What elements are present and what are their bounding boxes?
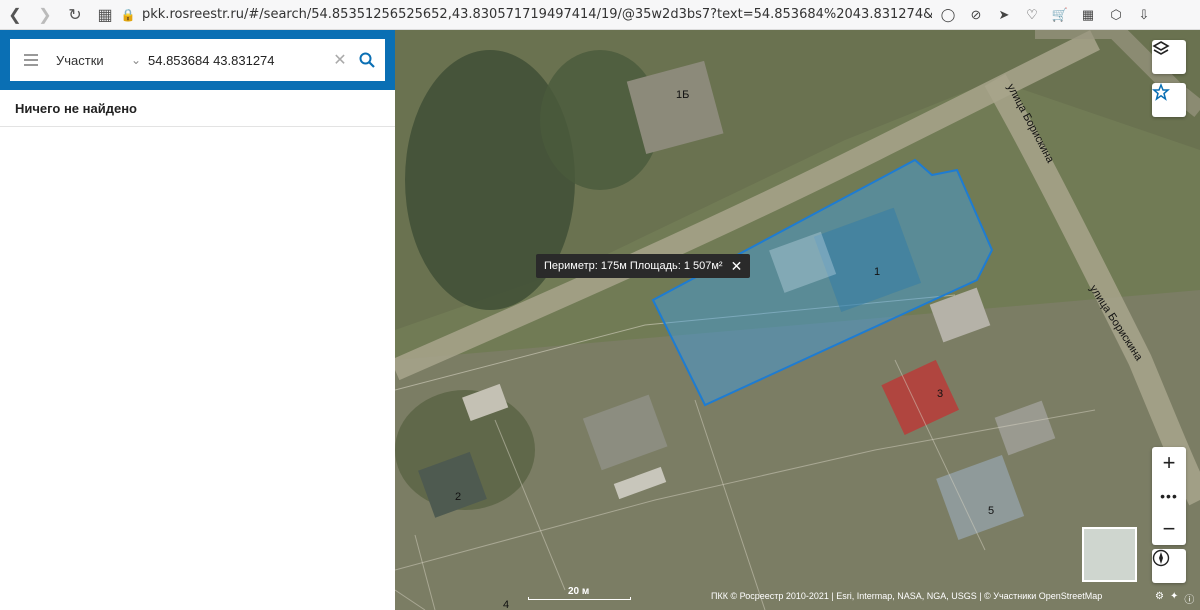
camera-icon[interactable]: ◯ (936, 3, 960, 27)
divider (0, 126, 395, 127)
satellite-map (395, 30, 1200, 610)
compass-button[interactable] (1152, 549, 1186, 583)
search-button[interactable] (352, 52, 382, 68)
map-bottom-icons: ⚙ ✦ ⓘ (1155, 591, 1194, 606)
no-results-message: Ничего не найдено (15, 101, 137, 116)
chevron-down-icon[interactable]: ⌄ (126, 53, 146, 67)
search-icon (359, 52, 375, 68)
search-input[interactable] (146, 51, 328, 69)
cube-icon[interactable]: ⬡ (1104, 3, 1128, 27)
star-icon (1152, 83, 1170, 101)
parcel-label: 2 (455, 491, 462, 503)
map-attribution: ПКК © Росреестр 2010-2021 | Esri, Interm… (711, 591, 1103, 601)
forward-icon[interactable]: ❯ (30, 0, 60, 30)
parcel-label: 5 (988, 505, 995, 517)
location-icon[interactable]: ✦ (1170, 591, 1178, 606)
minimap[interactable] (1082, 527, 1137, 582)
send-icon[interactable]: ➤ (992, 3, 1016, 27)
more-tools-button[interactable]: ••• (1152, 479, 1186, 513)
ruler-icon[interactable]: ⚙ (1155, 591, 1164, 606)
zoom-controls: + ••• − (1152, 447, 1186, 545)
close-icon[interactable]: ✕ (731, 258, 743, 275)
menu-icon[interactable] (10, 39, 52, 81)
parcel-label: 4 (503, 599, 510, 610)
measure-tooltip: Периметр: 175м Площадь: 1 507м² ✕ (536, 254, 751, 278)
parcel-label: 1 (874, 266, 881, 278)
back-icon[interactable]: ❮ (0, 0, 30, 30)
heart-icon[interactable]: ♡ (1020, 3, 1044, 27)
cart-icon[interactable]: 🛒 (1048, 3, 1072, 27)
layers-icon (1152, 41, 1170, 55)
clear-icon[interactable]: ✕ (328, 50, 352, 70)
info-icon[interactable]: ⓘ (1184, 591, 1194, 606)
parcel-label: 3 (937, 388, 944, 400)
search-header: Участки ⌄ ✕ ❮ (0, 30, 408, 90)
map-view[interactable]: 1Б 1 2 3 4 5 улица Борискина улица Борис… (395, 30, 1200, 610)
address-bar[interactable]: pkk.rosreestr.ru/#/search/54.85351256525… (142, 7, 932, 22)
zoom-out-button[interactable]: − (1152, 513, 1186, 545)
scale-bar: 20 м (528, 586, 631, 600)
extension-icon[interactable]: ▦ (1076, 3, 1100, 27)
parcel-label: 1Б (676, 89, 690, 101)
layers-button[interactable] (1152, 40, 1186, 74)
block-icon[interactable]: ⊘ (964, 3, 988, 27)
zoom-in-button[interactable]: + (1152, 447, 1186, 479)
download-icon[interactable]: ⇩ (1132, 3, 1156, 27)
compass-icon (1152, 549, 1170, 567)
favorites-button[interactable] (1152, 83, 1186, 117)
tabs-grid-icon[interactable]: ▦ (90, 0, 120, 30)
measure-text: Периметр: 175м Площадь: 1 507м² (544, 260, 723, 272)
side-panel: Участки ⌄ ✕ ❮ Ничего не найдено (0, 30, 408, 610)
browser-toolbar: ❮ ❯ ↻ ▦ 🔒 pkk.rosreestr.ru/#/search/54.8… (0, 0, 1200, 30)
search-box: Участки ⌄ ✕ (10, 39, 385, 81)
reload-icon[interactable]: ↻ (60, 0, 90, 30)
scale-label: 20 м (568, 586, 590, 597)
search-type-select[interactable]: Участки (56, 53, 126, 68)
lock-icon: 🔒 (120, 7, 136, 22)
